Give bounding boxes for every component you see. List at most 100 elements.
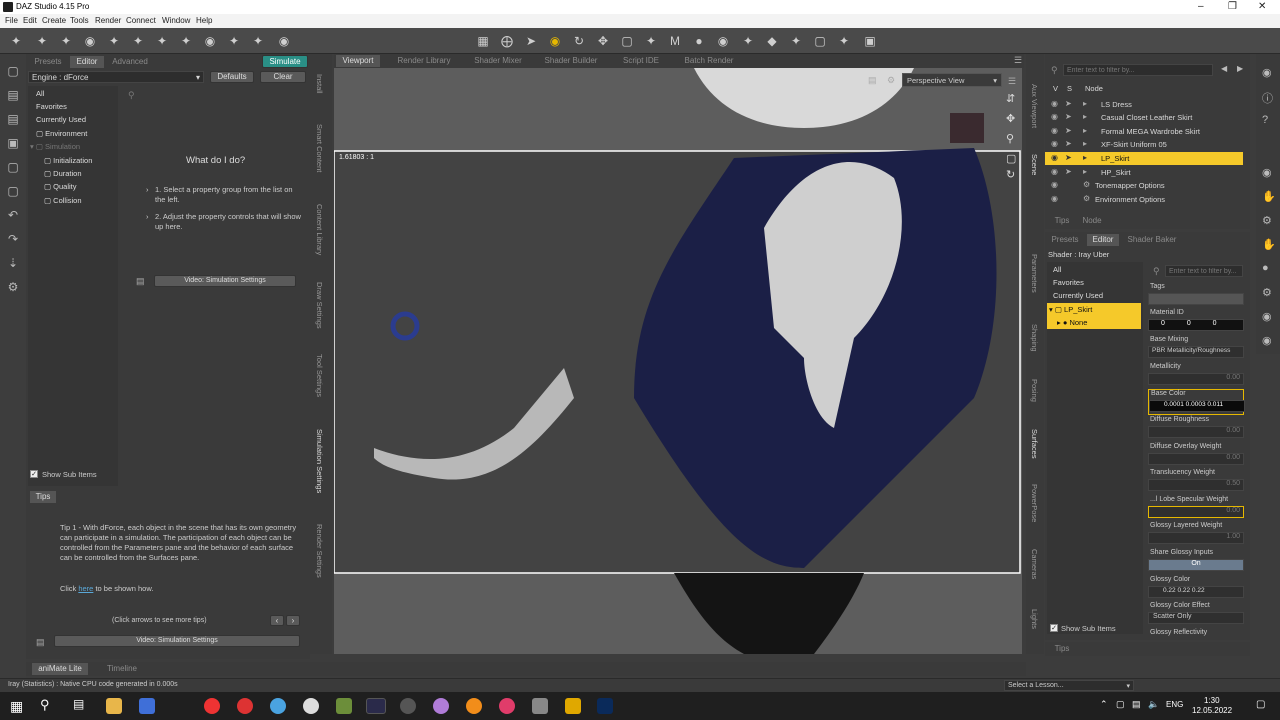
share-glossy-toggle[interactable]: On — [1148, 559, 1244, 571]
joint-editor-icon[interactable]: ◉ — [276, 33, 292, 49]
transform-icon[interactable]: ✦ — [643, 33, 659, 49]
prev-tip-button[interactable]: ‹ — [270, 615, 284, 626]
tree-item-favorites[interactable]: Favorites — [1053, 278, 1084, 287]
camera-icon[interactable]: ▣ — [862, 33, 878, 49]
tab-editor[interactable]: Editor — [70, 56, 104, 68]
steam-icon[interactable] — [303, 698, 319, 714]
grid-icon[interactable]: ▦ — [475, 33, 491, 49]
app-icon[interactable] — [400, 698, 416, 714]
surface-tool-icon[interactable]: ◉ — [202, 33, 218, 49]
viewport-menu-icon[interactable]: ☰ — [1008, 76, 1016, 87]
help-icon[interactable]: ? — [1262, 114, 1268, 126]
vtab-render-settings[interactable]: Render Settings — [315, 524, 324, 578]
glossy-color-effect-select[interactable]: Scatter Only — [1148, 612, 1244, 624]
hand-icon[interactable]: ✋ — [1262, 190, 1276, 203]
pointer-icon[interactable]: ➤ — [1065, 99, 1072, 108]
base-mixing-select[interactable]: PBR Metallicity/Roughness — [1148, 346, 1244, 358]
eye-icon[interactable]: ◉ — [1051, 112, 1058, 121]
app-icon[interactable] — [433, 698, 449, 714]
tags-field[interactable] — [1148, 293, 1244, 305]
tab-tips[interactable]: Tips — [30, 491, 56, 503]
tree-item-all[interactable]: All — [1053, 265, 1061, 274]
scene-node-row[interactable]: ◉ ⚙ Tonemapper Options — [1045, 179, 1243, 191]
clock-date[interactable]: 12.05.2022 — [1192, 706, 1232, 715]
tree-item-simulation[interactable]: ▾ ▢ Simulation — [30, 142, 80, 151]
open-icon[interactable]: ▤ — [6, 88, 20, 102]
vtab-smart-content[interactable]: Smart Content — [315, 124, 324, 172]
file-explorer-icon[interactable] — [106, 698, 122, 714]
vtab-simulation-settings[interactable]: Simulation Settings — [315, 429, 324, 493]
vtab-content-library[interactable]: Content Library — [315, 204, 324, 255]
morph-icon[interactable]: M — [667, 33, 683, 49]
tab-animate-lite[interactable]: aniMate Lite — [32, 663, 88, 675]
eye-icon[interactable]: ◉ — [1051, 167, 1058, 176]
tray-app-icon[interactable]: ▢ — [1116, 699, 1125, 710]
app-icon[interactable] — [499, 698, 515, 714]
menu-window[interactable]: Window — [162, 16, 190, 25]
universal-tool-icon[interactable]: ⨁ — [499, 33, 515, 49]
magnify-icon[interactable]: ⚲ — [1006, 132, 1014, 145]
tips-video-button[interactable]: Video: Simulation Settings — [54, 635, 300, 647]
tree-item-all[interactable]: All — [36, 89, 44, 98]
surface-filter-input[interactable] — [1165, 265, 1243, 277]
scene-node-row[interactable]: ◉ ➤ ▸ HP_Skirt — [1045, 166, 1243, 178]
expand-icon[interactable]: ▸ — [1083, 112, 1087, 121]
tree-item-lp-skirt[interactable]: ▾ ▢ LP_Skirt — [1049, 305, 1092, 314]
app-icon[interactable] — [565, 698, 581, 714]
tree-item-duration[interactable]: ▢ Duration — [44, 169, 82, 178]
tab-timeline[interactable]: Timeline — [94, 663, 150, 675]
eye-icon[interactable]: ◉ — [1051, 99, 1058, 108]
morph-icon[interactable]: ⚙ — [1262, 286, 1272, 299]
minimize-icon[interactable]: – — [1198, 1, 1204, 12]
active-pose-icon[interactable]: ◉ — [547, 33, 563, 49]
scene-node-row[interactable]: ◉ ➤ ▸ Formal MEGA Wardrobe Skirt — [1045, 125, 1243, 137]
tree-item-none[interactable]: ▸ ● None — [1057, 318, 1087, 327]
pointer-icon[interactable]: ➤ — [1065, 139, 1072, 148]
close-icon[interactable]: ✕ — [1258, 1, 1266, 12]
spot-render-icon[interactable]: ▢ — [812, 33, 828, 49]
defaults-button[interactable]: Defaults — [210, 71, 254, 83]
perspective-view-select[interactable]: Perspective View ▾ — [902, 73, 1002, 87]
expand-icon[interactable]: ▸ — [1083, 99, 1087, 108]
eye-icon[interactable]: ◉ — [1051, 153, 1058, 162]
pin-tool-icon[interactable]: ✦ — [106, 33, 122, 49]
scene-node-row[interactable]: ◉ ➤ ▸ Casual Closet Leather Skirt — [1045, 111, 1243, 123]
tray-chevron-icon[interactable]: ⌃ — [1100, 699, 1108, 710]
maximize-icon[interactable]: ❐ — [1228, 1, 1237, 12]
menu-render[interactable]: Render — [95, 16, 121, 25]
clear-button[interactable]: Clear — [260, 71, 306, 83]
import-icon[interactable]: ▢ — [6, 160, 20, 174]
move-icon[interactable]: ✥ — [595, 33, 611, 49]
material-id-field[interactable]: 0 0 0 — [1148, 319, 1244, 331]
info-icon[interactable]: ⓘ — [1262, 90, 1273, 106]
tab-tips[interactable]: Tips — [1049, 215, 1075, 227]
translate-tool-icon[interactable]: ✦ — [130, 33, 146, 49]
tab-presets[interactable]: Presets — [28, 56, 68, 68]
engine-select[interactable]: Engine : dForce ▾ — [28, 71, 204, 83]
geometry-tool-icon[interactable]: ✦ — [226, 33, 242, 49]
vtab-draw-settings[interactable]: Draw Settings — [315, 282, 324, 329]
brush-icon[interactable]: ● — [1262, 262, 1269, 274]
zoom-icon[interactable]: ⇵ — [1006, 92, 1015, 105]
tab-shader-mixer[interactable]: Shader Mixer — [468, 55, 528, 67]
tree-item-quality[interactable]: ▢ Quality — [44, 182, 77, 191]
shader-icon[interactable]: ◉ — [1262, 166, 1272, 179]
daz-studio-taskbar-icon[interactable] — [366, 698, 386, 714]
undo-icon[interactable]: ↶ — [6, 208, 20, 222]
scene-node-row[interactable]: ◉ ⚙ Environment Options — [1045, 193, 1243, 205]
photoshop-icon[interactable] — [597, 698, 613, 714]
task-view-icon[interactable]: ▤ — [73, 697, 84, 711]
next-tip-button[interactable]: › — [286, 615, 300, 626]
here-link[interactable]: here — [78, 584, 93, 593]
face-icon[interactable]: ◉ — [1262, 66, 1272, 79]
node-weight-icon[interactable]: ◉ — [715, 33, 731, 49]
chrome-icon[interactable] — [270, 698, 286, 714]
merge-icon[interactable]: ▤ — [6, 112, 20, 126]
redo-icon[interactable]: ↷ — [6, 232, 20, 246]
menu-tools[interactable]: Tools — [70, 16, 89, 25]
settings-icon[interactable]: ⚙ — [6, 280, 20, 294]
tool-settings-icon[interactable]: ✦ — [788, 33, 804, 49]
vtab-install[interactable]: Install — [315, 74, 324, 94]
tab-advanced[interactable]: Advanced — [106, 56, 154, 68]
view-cube[interactable] — [950, 113, 984, 143]
